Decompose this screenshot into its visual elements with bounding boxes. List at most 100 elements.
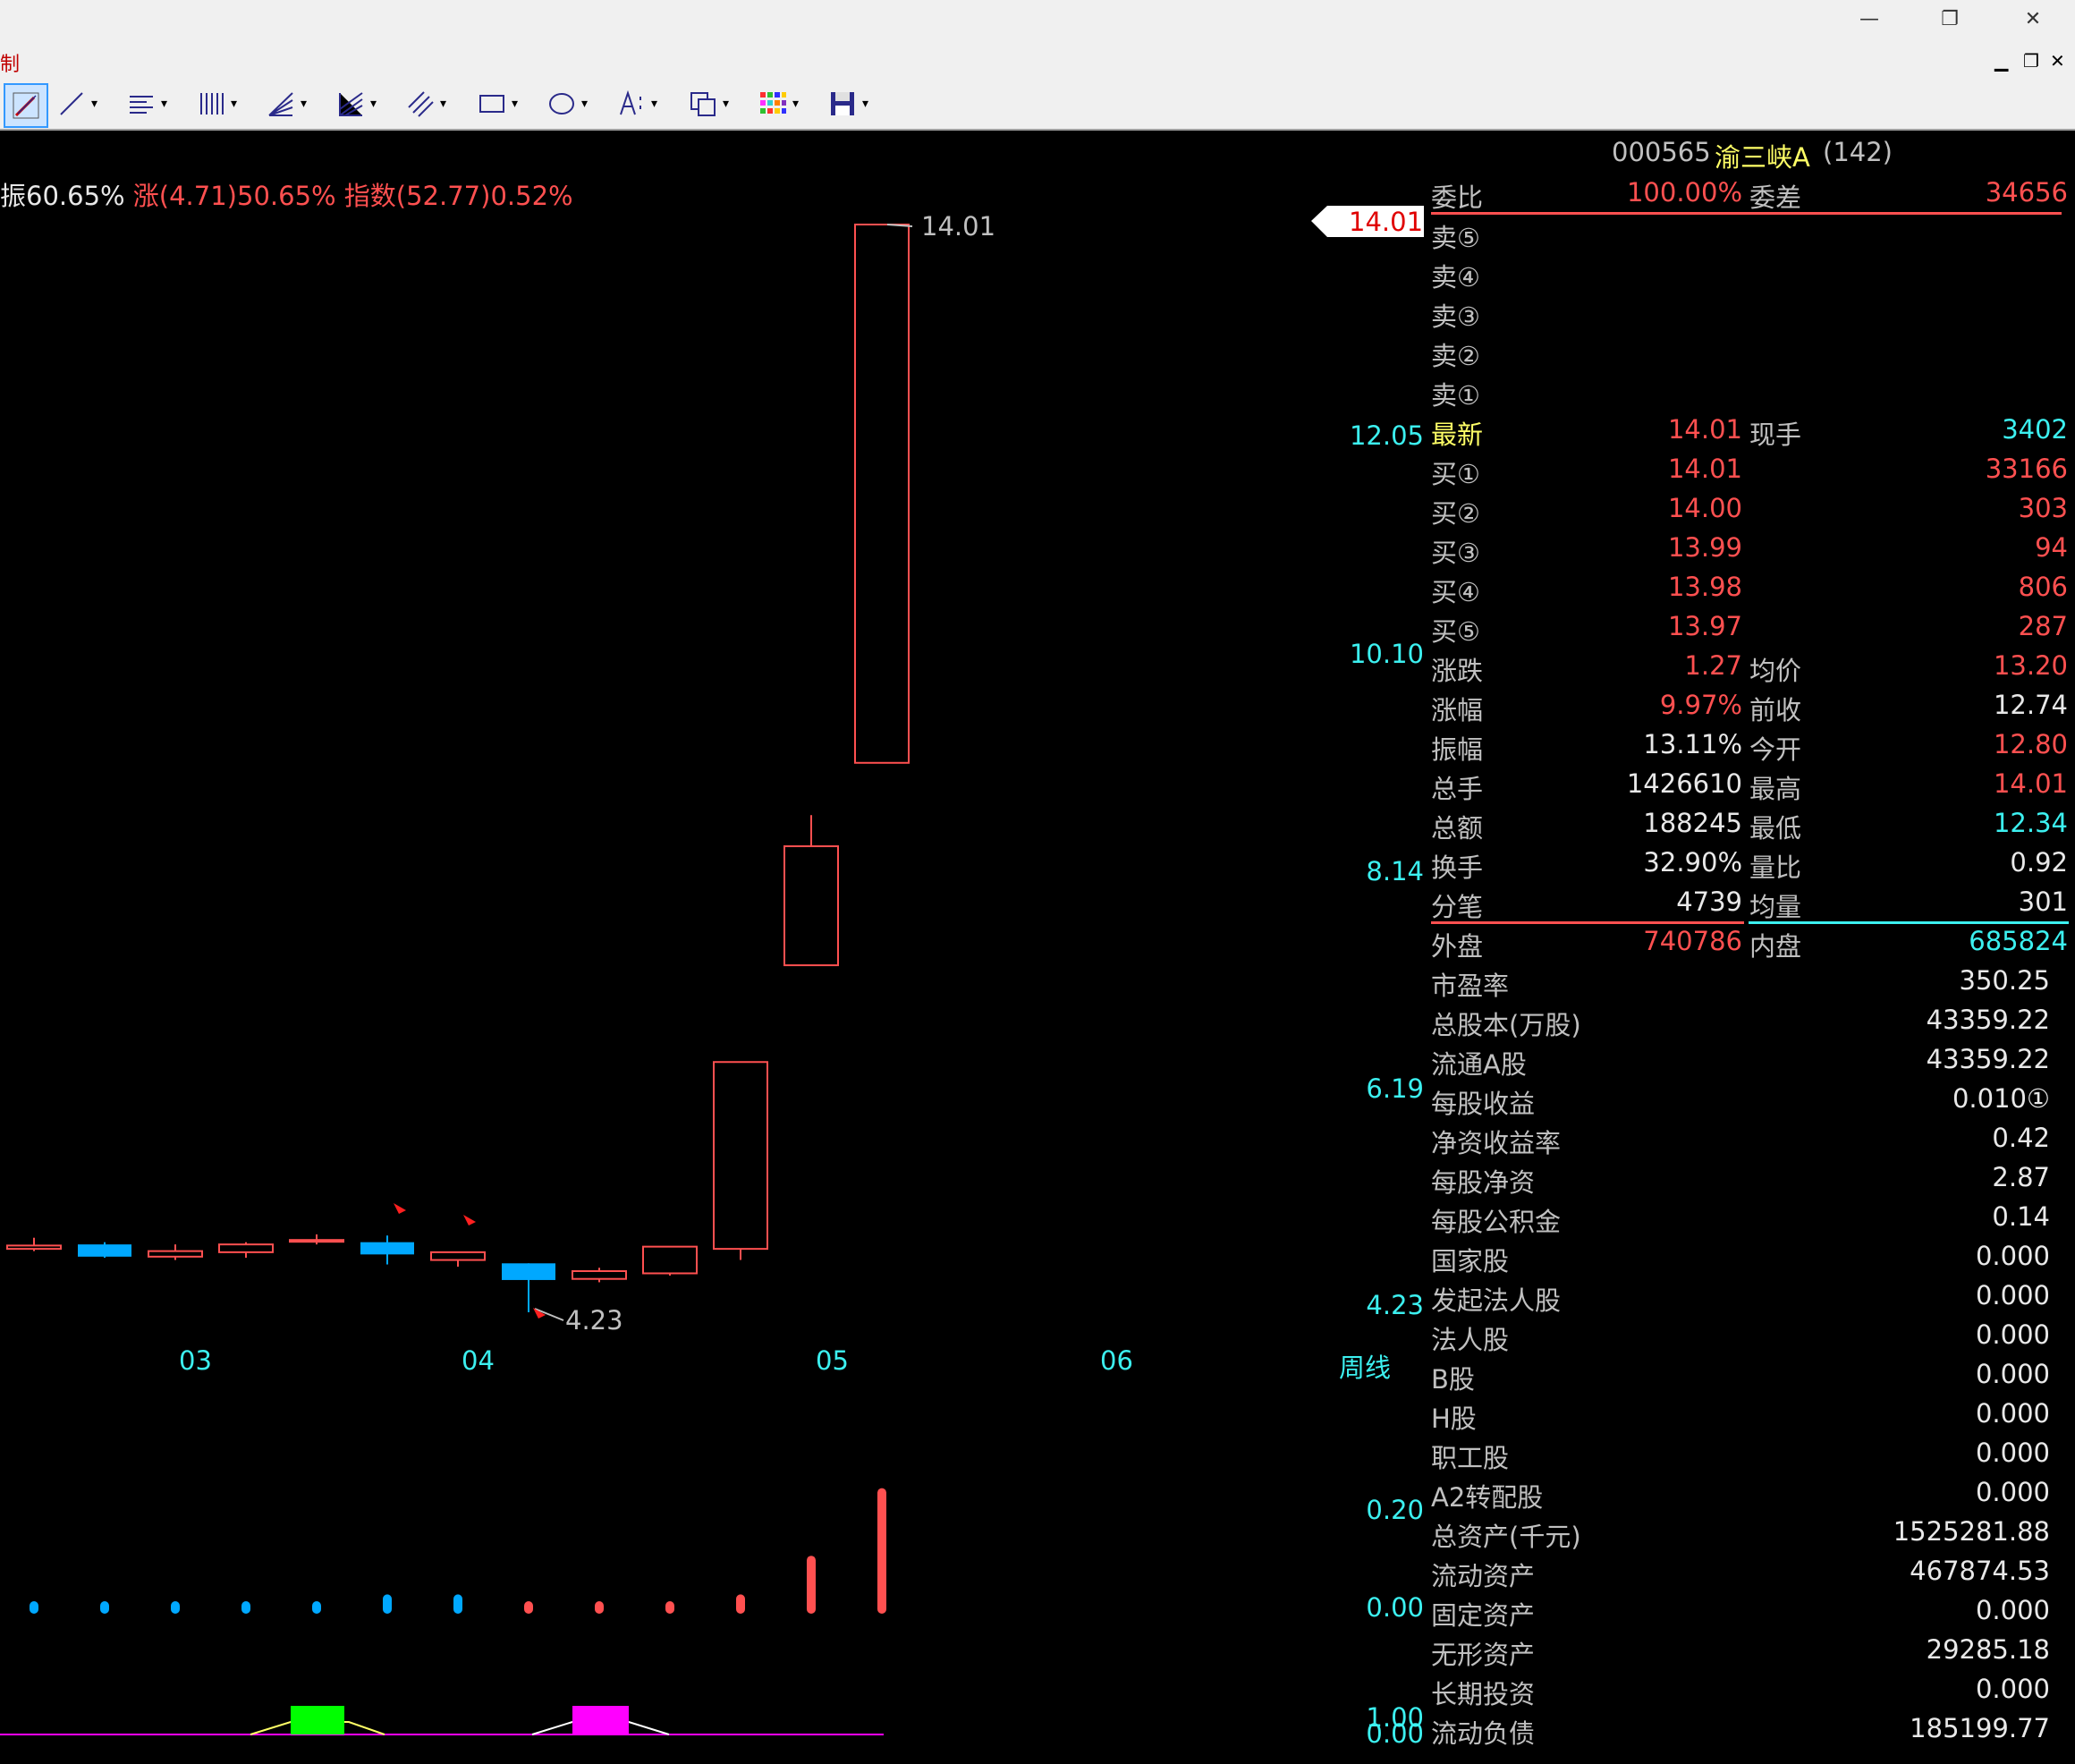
fund-row: B股 0.000 <box>1431 1359 2068 1398</box>
candle-body <box>502 1263 555 1280</box>
stat-value: 4739 <box>1676 886 1742 917</box>
fund-value: 0.000 <box>1975 1437 2050 1468</box>
stat-value: 301 <box>2018 886 2068 917</box>
fund-row: 总资产(千元) 1525281.88 <box>1431 1516 2068 1556</box>
divider-line <box>1749 921 2069 924</box>
chevron-down-icon[interactable]: ▾ <box>231 97 237 111</box>
fan-tool-button[interactable]: ▾ <box>267 86 307 122</box>
ellipse-tool-button[interactable]: ▾ <box>547 86 588 122</box>
fund-label: 总资产(千元) <box>1431 1522 1581 1552</box>
vlines-tool-button[interactable]: ▾ <box>197 86 237 122</box>
buy-row: 买① 14.01 33166 <box>1431 454 2068 493</box>
stat-label: 涨幅 <box>1431 695 1484 725</box>
low-label: 4.23 <box>565 1305 623 1336</box>
chevron-down-icon[interactable]: ▾ <box>723 97 729 111</box>
chevron-down-icon[interactable]: ▾ <box>440 97 446 111</box>
color-grid-icon <box>760 92 786 114</box>
candle[interactable] <box>218 1242 274 1259</box>
fund-label: 每股公积金 <box>1431 1207 1562 1237</box>
stat-value: 0.92 <box>2010 847 2068 878</box>
candle-body <box>6 1244 62 1251</box>
fund-row: 市盈率 350.25 <box>1431 965 2068 1005</box>
fund-row: H股 0.000 <box>1431 1398 2068 1437</box>
fund-row: 职工股 0.000 <box>1431 1437 2068 1477</box>
save-tool-button[interactable]: ▾ <box>828 86 868 122</box>
divider-line <box>1431 212 2062 215</box>
chevron-down-icon[interactable]: ▾ <box>651 97 657 111</box>
volume-bar <box>453 1594 462 1614</box>
fan-lines-icon <box>268 92 293 116</box>
color-tool-button[interactable]: ▾ <box>758 86 799 122</box>
chevron-down-icon[interactable]: ▾ <box>161 97 167 111</box>
rectangle-tool-button[interactable]: ▾ <box>478 86 518 122</box>
outer-label: 外盘 <box>1431 931 1484 962</box>
close-button[interactable]: ✕ <box>2015 5 2051 34</box>
high-label: 14.01 <box>921 211 995 242</box>
indicator-axis-label: 0.00 <box>1366 1718 1424 1749</box>
candle[interactable] <box>713 1061 768 1260</box>
fund-label: 国家股 <box>1431 1246 1510 1276</box>
candle[interactable] <box>854 224 910 764</box>
restore-button[interactable]: ❐ <box>1932 5 1968 34</box>
mdi-minimize-button[interactable]: ▁ <box>1995 52 2008 70</box>
mdi-close-button[interactable]: ✕ <box>2050 52 2065 70</box>
fund-value: 0.14 <box>1992 1201 2050 1232</box>
volume-bar <box>241 1601 250 1614</box>
kline-chart[interactable]: 14.01 4.23 14.01 <box>0 131 1427 1764</box>
fund-row: 每股净资 2.87 <box>1431 1162 2068 1201</box>
candle[interactable] <box>502 1263 555 1312</box>
period-label[interactable]: 周线 <box>1339 1347 1391 1385</box>
fund-row: 流动负债 185199.77 <box>1431 1713 2068 1752</box>
candle[interactable] <box>148 1244 203 1260</box>
chevron-down-icon[interactable]: ▾ <box>581 97 588 111</box>
text-icon <box>620 89 641 115</box>
fund-label: 固定资产 <box>1431 1600 1536 1631</box>
candle[interactable] <box>360 1235 414 1265</box>
candle[interactable] <box>572 1268 627 1283</box>
chevron-down-icon[interactable]: ▾ <box>862 97 868 111</box>
price-axis-label: 8.14 <box>1366 856 1424 886</box>
line-tool-button[interactable]: ▾ <box>57 86 97 122</box>
fund-value: 0.000 <box>1975 1477 2050 1507</box>
outer-inner-row: 外盘 740786 内盘 685824 <box>1431 926 2068 965</box>
candle[interactable] <box>783 815 839 967</box>
volume-bar <box>524 1601 533 1614</box>
draw-mode-button[interactable] <box>4 83 48 128</box>
month-label: 03 <box>179 1345 212 1376</box>
fund-value: 185199.77 <box>1910 1713 2050 1743</box>
fund-label: 长期投资 <box>1431 1679 1536 1709</box>
stat-value: 1426610 <box>1626 768 1742 799</box>
month-label: 05 <box>816 1345 849 1376</box>
buy-label: 买③ <box>1431 538 1480 568</box>
fund-label: 流通A股 <box>1431 1049 1527 1080</box>
candle[interactable] <box>78 1242 131 1259</box>
chevron-down-icon[interactable]: ▾ <box>792 97 799 111</box>
fund-value: 0.42 <box>1992 1123 2050 1153</box>
fund-label: 每股净资 <box>1431 1167 1536 1198</box>
parallel-tool-button[interactable]: ▾ <box>406 86 446 122</box>
minimize-button[interactable]: — <box>1851 5 1887 34</box>
mdi-restore-button[interactable]: ❐ <box>2023 52 2039 70</box>
fund-label: H股 <box>1431 1404 1477 1434</box>
chevron-down-icon[interactable]: ▾ <box>512 97 518 111</box>
fund-value: 29285.18 <box>1926 1634 2050 1665</box>
candle[interactable] <box>6 1237 62 1251</box>
hlines-tool-button[interactable]: ▾ <box>127 86 167 122</box>
signal-arrow-icon <box>394 1203 406 1214</box>
channel-tool-button[interactable]: ▾ <box>336 86 377 122</box>
candle[interactable] <box>289 1234 344 1245</box>
volume-bar <box>595 1601 604 1614</box>
buy-row: 买④ 13.98 806 <box>1431 572 2068 611</box>
buy-row: 买③ 13.99 94 <box>1431 532 2068 572</box>
fund-value: 0.000 <box>1975 1241 2050 1271</box>
buy-label: 买② <box>1431 498 1480 529</box>
candle[interactable] <box>430 1251 486 1268</box>
menu-item[interactable]: 制 <box>0 48 20 77</box>
text-tool-button[interactable]: ▾ <box>617 86 657 122</box>
chevron-down-icon[interactable]: ▾ <box>370 97 377 111</box>
copy-tool-button[interactable]: ▾ <box>689 86 729 122</box>
candle[interactable] <box>642 1245 698 1276</box>
chevron-down-icon[interactable]: ▾ <box>91 97 97 111</box>
chevron-down-icon[interactable]: ▾ <box>301 97 307 111</box>
buy-row: 买⑤ 13.97 287 <box>1431 611 2068 650</box>
